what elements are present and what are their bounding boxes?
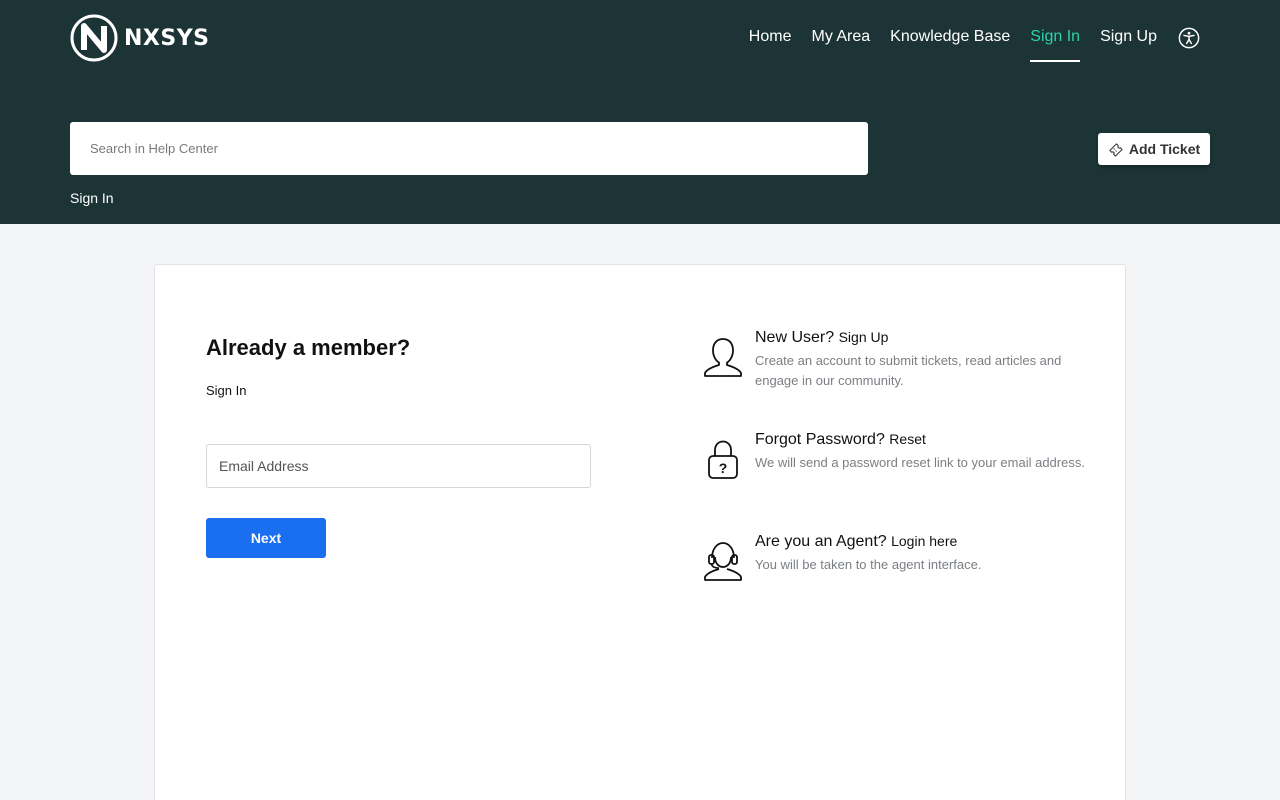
agent-heading: Are you an Agent? (755, 533, 887, 550)
svg-text:?: ? (719, 460, 728, 476)
nav-my-area[interactable]: My Area (811, 0, 870, 74)
help-center-search-input[interactable] (70, 122, 868, 175)
sign-in-card: Already a member? Sign In Next New User?… (154, 264, 1126, 800)
nxsys-logo-icon (70, 14, 118, 62)
sign-up-link[interactable]: Sign Up (839, 329, 889, 345)
agent-login-link[interactable]: Login here (891, 533, 957, 549)
add-ticket-label: Add Ticket (1128, 141, 1201, 157)
breadcrumb: Sign In (70, 190, 114, 206)
brand-name: NXSYS (124, 25, 210, 51)
header: NXSYS Home My Area Knowledge Base Sign I… (0, 0, 1280, 224)
lock-question-icon: ? (708, 440, 738, 479)
ticket-icon (1109, 142, 1123, 157)
sign-in-subtitle: Sign In (206, 383, 247, 398)
accessibility-icon[interactable] (1178, 27, 1200, 49)
nav-sign-up[interactable]: Sign Up (1100, 0, 1157, 74)
headset-agent-icon (704, 542, 742, 581)
new-user-description: Create an account to submit tickets, rea… (755, 353, 1062, 388)
reset-link[interactable]: Reset (889, 431, 926, 447)
agent-description: You will be taken to the agent interface… (755, 557, 982, 572)
forgot-password-description: We will send a password reset link to yo… (755, 455, 1085, 470)
page-title: Already a member? (206, 335, 411, 360)
nav-home[interactable]: Home (749, 0, 792, 74)
email-field[interactable] (206, 444, 591, 488)
nav-sign-in[interactable]: Sign In (1030, 0, 1080, 74)
main-nav: Home My Area Knowledge Base Sign In Sign… (729, 0, 1200, 74)
nav-knowledge-base[interactable]: Knowledge Base (890, 0, 1010, 74)
user-icon (704, 338, 742, 377)
add-ticket-button[interactable]: Add Ticket (1098, 133, 1210, 165)
next-button[interactable]: Next (206, 518, 326, 558)
new-user-heading: New User? (755, 329, 835, 346)
forgot-password-heading: Forgot Password? (755, 431, 885, 448)
brand-logo[interactable]: NXSYS (70, 14, 210, 62)
